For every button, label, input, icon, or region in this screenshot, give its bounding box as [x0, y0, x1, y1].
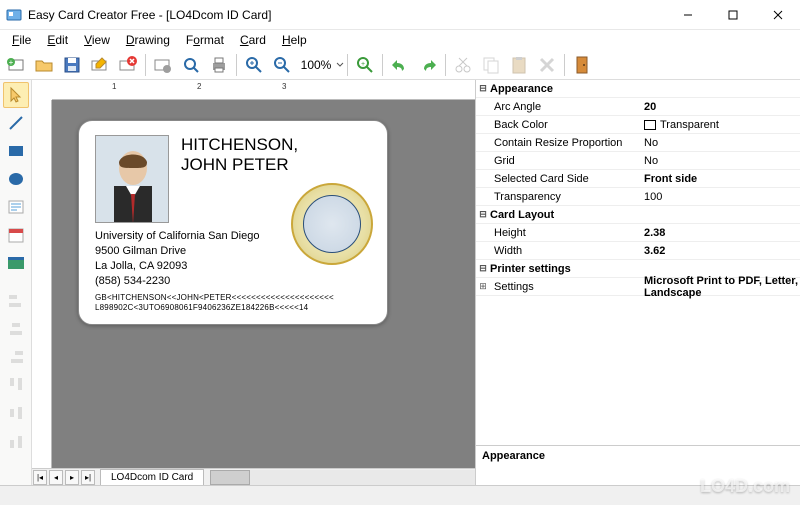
line-tool[interactable] — [3, 110, 29, 136]
last-sheet-button[interactable]: ▸| — [81, 470, 95, 485]
app-icon — [6, 7, 22, 23]
align-right-button[interactable] — [3, 344, 29, 370]
ellipse-tool[interactable] — [3, 166, 29, 192]
menu-view[interactable]: View — [76, 31, 118, 49]
prop-arc-angle[interactable]: Arc Angle20 — [476, 98, 800, 116]
university-seal[interactable] — [291, 183, 373, 265]
card-name-line1: HITCHENSON, — [181, 135, 298, 155]
align-middle-button[interactable] — [3, 400, 29, 426]
sheet-tab-strip: |◂ ◂ ▸ ▸| LO4Dcom ID Card — [32, 468, 475, 485]
menu-bar: File Edit View Drawing Format Card Help — [0, 30, 800, 50]
first-sheet-button[interactable]: |◂ — [33, 470, 47, 485]
text-tool[interactable] — [3, 194, 29, 220]
vertical-ruler — [32, 100, 52, 468]
horizontal-scrollbar[interactable] — [210, 470, 475, 485]
title-bar: Easy Card Creator Free - [LO4Dcom ID Car… — [0, 0, 800, 30]
toolbar-separator — [445, 54, 446, 76]
menu-help[interactable]: Help — [274, 31, 315, 49]
menu-file[interactable]: File — [4, 31, 39, 49]
card-name[interactable]: HITCHENSON, JOHN PETER — [181, 135, 298, 174]
horizontal-ruler: 123 — [52, 80, 475, 100]
paste-button[interactable] — [506, 52, 532, 78]
print-button[interactable] — [206, 52, 232, 78]
align-top-button[interactable] — [3, 372, 29, 398]
main-toolbar: + 100% + — [0, 50, 800, 80]
prop-settings[interactable]: ⊞SettingsMicrosoft Print to PDF, Letter,… — [476, 278, 800, 296]
align-center-button[interactable] — [3, 316, 29, 342]
close-button[interactable] — [755, 0, 800, 29]
svg-text:+: + — [361, 61, 365, 68]
prop-width[interactable]: Width3.62 — [476, 242, 800, 260]
design-canvas[interactable]: HITCHENSON, JOHN PETER University of Cal… — [52, 100, 475, 468]
category-card-layout[interactable]: ⊟Card Layout — [476, 206, 800, 224]
toolbar-separator — [347, 54, 348, 76]
rectangle-tool[interactable] — [3, 138, 29, 164]
pointer-tool[interactable] — [3, 82, 29, 108]
menu-edit[interactable]: Edit — [39, 31, 76, 49]
new-card-button[interactable]: + — [3, 52, 29, 78]
minimize-button[interactable] — [665, 0, 710, 29]
window-title: Easy Card Creator Free - [LO4Dcom ID Car… — [28, 8, 665, 22]
preview-button[interactable] — [178, 52, 204, 78]
maximize-button[interactable] — [710, 0, 755, 29]
exit-button[interactable] — [569, 52, 595, 78]
property-description-title: Appearance — [482, 450, 794, 462]
card-settings-button[interactable] — [150, 52, 176, 78]
prop-contain-resize[interactable]: Contain Resize ProportionNo — [476, 134, 800, 152]
undo-button[interactable] — [387, 52, 413, 78]
toolbar-separator — [564, 54, 565, 76]
delete-card-button[interactable] — [115, 52, 141, 78]
redo-button[interactable] — [415, 52, 441, 78]
prop-selected-side[interactable]: Selected Card SideFront side — [476, 170, 800, 188]
svg-text:+: + — [9, 58, 14, 67]
toolbar-separator — [145, 54, 146, 76]
category-appearance[interactable]: ⊟Appearance — [476, 80, 800, 98]
toolbar-separator — [382, 54, 383, 76]
save-button[interactable] — [59, 52, 85, 78]
prop-height[interactable]: Height2.38 — [476, 224, 800, 242]
open-button[interactable] — [31, 52, 57, 78]
id-card[interactable]: HITCHENSON, JOHN PETER University of Cal… — [78, 120, 388, 325]
card-photo[interactable] — [95, 135, 169, 223]
card-mrz[interactable]: GB<HITCHENSON<<JOHN<PETER<<<<<<<<<<<<<<<… — [95, 293, 334, 314]
zoom-out-button[interactable] — [269, 52, 295, 78]
zoom-level[interactable]: 100% — [296, 58, 336, 72]
prop-grid[interactable]: GridNo — [476, 152, 800, 170]
delete-button[interactable] — [534, 52, 560, 78]
properties-panel: ⊟Appearance Arc Angle20 Back ColorTransp… — [475, 80, 800, 485]
property-description: Appearance — [476, 445, 800, 485]
calendar-tool[interactable] — [3, 222, 29, 248]
next-sheet-button[interactable]: ▸ — [65, 470, 79, 485]
menu-drawing[interactable]: Drawing — [118, 31, 178, 49]
edit-card-button[interactable] — [87, 52, 113, 78]
sheet-tab[interactable]: LO4Dcom ID Card — [100, 469, 204, 485]
prev-sheet-button[interactable]: ◂ — [49, 470, 63, 485]
zoom-in-button[interactable] — [241, 52, 267, 78]
zoom-fit-button[interactable]: + — [352, 52, 378, 78]
menu-card[interactable]: Card — [232, 31, 274, 49]
menu-format[interactable]: Format — [178, 31, 232, 49]
color-swatch-icon — [644, 120, 656, 130]
card-address[interactable]: University of California San Diego 9500 … — [95, 229, 259, 288]
status-bar — [0, 485, 800, 505]
copy-button[interactable] — [478, 52, 504, 78]
align-bottom-button[interactable] — [3, 428, 29, 454]
zoom-dropdown-icon[interactable] — [336, 61, 344, 69]
prop-transparency[interactable]: Transparency100 — [476, 188, 800, 206]
align-left-button[interactable] — [3, 288, 29, 314]
prop-back-color[interactable]: Back ColorTransparent — [476, 116, 800, 134]
image-tool[interactable] — [3, 250, 29, 276]
cut-button[interactable] — [450, 52, 476, 78]
card-name-line2: JOHN PETER — [181, 155, 298, 175]
toolbar-separator — [236, 54, 237, 76]
left-tool-palette — [0, 80, 32, 485]
property-grid[interactable]: ⊟Appearance Arc Angle20 Back ColorTransp… — [476, 80, 800, 445]
